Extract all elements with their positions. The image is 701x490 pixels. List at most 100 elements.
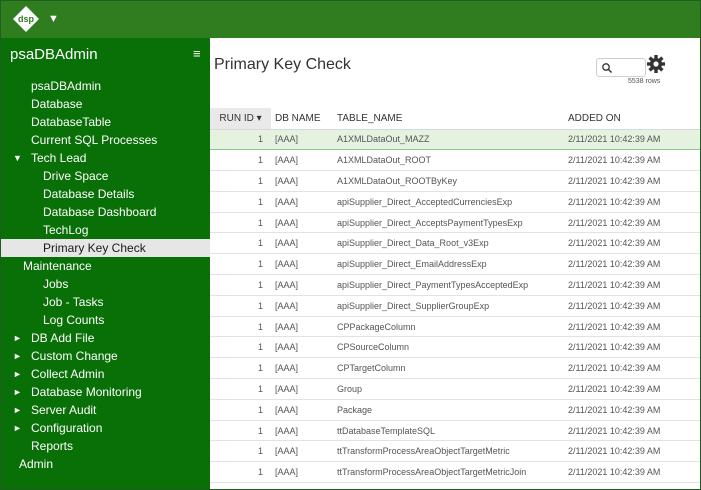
added-on-cell: 2/11/2021 10:42:39 AM [564,212,700,234]
added-on-cell: 2/11/2021 10:42:39 AM [564,170,700,192]
column-header-run-id[interactable]: RUN ID ▾ [210,108,271,130]
column-header-table-name[interactable]: TABLE_NAME [333,108,564,130]
db-name-cell: [AAA] [271,191,333,213]
sidebar-title: psaDBAdmin [10,46,98,63]
run-id-cell: 1 [210,232,271,255]
column-header-db-name[interactable]: DB NAME [271,108,333,130]
sidebar-item-maintenance[interactable]: Maintenance [1,257,210,275]
sidebar-item-label: Job - Tasks [43,295,104,309]
table-row[interactable]: 1 [AAA] apiSupplier_Direct_PaymentTypesAcc… [210,274,700,296]
sidebar-item-reports[interactable]: Reports [1,437,210,455]
sidebar-item-database-details[interactable]: Database Details [1,185,210,203]
table-row[interactable]: 1 [AAA] Group 2/11/2021 10:42:39 AM [210,378,700,400]
gear-icon[interactable] [646,54,666,74]
sidebar-item-current-sql-processes[interactable]: Current SQL Processes [1,131,210,149]
table-row[interactable]: 1 [AAA] apiSupplier_Direct_Data_Root_v3Exp… [210,232,700,255]
sidebar-item-job-tasks[interactable]: Job - Tasks [1,293,210,311]
added-on-cell: 2/11/2021 10:42:39 AM [564,336,700,359]
sidebar-item-tech-lead[interactable]: ▼ Tech Lead [1,149,210,167]
sidebar-item-techlog[interactable]: TechLog [1,221,210,239]
sidebar: psaDBAdmin ≡ psaDBAdmin Database DatabaseT… [1,38,210,489]
added-on-cell: 2/11/2021 10:42:39 AM [564,149,700,172]
sidebar-item-label: Maintenance [23,259,92,273]
sidebar-item-label: Drive Space [43,169,109,183]
table-row[interactable]: 1 [AAA] apiSupplier_Direct_AcceptedCurrenc… [210,191,700,213]
sidebar-item-psadbadmin[interactable]: psaDBAdmin [1,77,210,95]
table-row[interactable]: 1 [AAA] apiSupplier_Direct_AcceptsPaymentT… [210,212,700,234]
sidebar-item-database-monitoring[interactable]: ► Database Monitoring [1,383,210,401]
table-name-cell: A1XMLDataOut_MAZZ [333,128,564,151]
db-name-cell: [AAA] [271,378,333,400]
table-body: 1 [AAA] A1XMLDataOut_MAZZ 2/11/2021 10:42:3… [210,128,700,484]
sidebar-item-admin[interactable]: Admin [1,455,210,473]
table-row[interactable]: 1 [AAA] CPTargetColumn 2/11/2021 10:42:39 A… [210,357,700,380]
sidebar-item-primary-key-check[interactable]: Primary Key Check [1,239,210,257]
run-id-cell: 1 [210,440,271,463]
added-on-cell: 2/11/2021 10:42:39 AM [564,128,700,151]
collapsed-arrow-icon: ► [13,369,22,379]
sidebar-item-custom-change[interactable]: ► Custom Change [1,347,210,365]
table-row[interactable]: 1 [AAA] apiSupplier_Direct_EmailAddressExp… [210,253,700,276]
table-name-cell: ttDatabaseTemplateSQL [333,420,564,442]
db-name-cell: [AAA] [271,316,333,338]
table-row[interactable]: 1 [AAA] A1XMLDataOut_MAZZ 2/11/2021 10:42:3… [210,128,700,151]
sidebar-item-label: Server Audit [31,403,97,417]
sidebar-item-label: Current SQL Processes [31,133,158,147]
sidebar-item-label: Log Counts [43,313,105,327]
table-name-cell: Package [333,399,564,421]
run-id-cell: 1 [210,170,271,192]
table-row[interactable]: 1 [AAA] ttTransformProcessAreaObjectTarget… [210,440,700,463]
run-id-cell: 1 [210,149,271,172]
sidebar-item-database[interactable]: Database [1,95,210,113]
table-row[interactable]: 1 [AAA] ttTransformProcessAreaObjectTarget… [210,461,700,484]
primary-key-table: RUN ID ▾ DB NAME TABLE_NAME ADDED ON 1 [A… [210,108,700,484]
db-name-cell: [AAA] [271,149,333,172]
sidebar-item-label: Database Dashboard [43,205,157,219]
db-name-cell: [AAA] [271,128,333,151]
search-input[interactable] [596,58,646,77]
collapsed-arrow-icon: ► [13,423,22,433]
db-name-cell: [AAA] [271,461,333,484]
sidebar-item-database-dashboard[interactable]: Database Dashboard [1,203,210,221]
collapsed-arrow-icon: ► [13,351,22,361]
sidebar-item-drive-space[interactable]: Drive Space [1,167,210,185]
column-header-added-on[interactable]: ADDED ON [564,108,700,130]
table-row[interactable]: 1 [AAA] CPSourceColumn 2/11/2021 10:42:39 A… [210,336,700,359]
added-on-cell: 2/11/2021 10:42:39 AM [564,440,700,463]
dsp-logo-icon[interactable]: dsp [11,5,41,33]
sidebar-item-label: Primary Key Check [43,241,146,255]
run-id-cell: 1 [210,274,271,296]
sidebar-item-db-add-file[interactable]: ► DB Add File [1,329,210,347]
sidebar-item-databasetable[interactable]: DatabaseTable [1,113,210,131]
table-name-cell: apiSupplier_Direct_Data_Root_v3Exp [333,232,564,255]
sidebar-item-collect-admin[interactable]: ► Collect Admin [1,365,210,383]
table-row[interactable]: 1 [AAA] A1XMLDataOut_ROOTByKey 2/11/2021 10… [210,170,700,192]
run-id-cell: 1 [210,420,271,442]
table-header-row: RUN ID ▾ DB NAME TABLE_NAME ADDED ON [210,108,700,130]
sidebar-item-log-counts[interactable]: Log Counts [1,311,210,329]
added-on-cell: 2/11/2021 10:42:39 AM [564,357,700,380]
db-name-cell: [AAA] [271,212,333,234]
sidebar-item-server-audit[interactable]: ► Server Audit [1,401,210,419]
table-name-cell: apiSupplier_Direct_AcceptsPaymentTypesEx… [333,212,564,234]
sidebar-item-configuration[interactable]: ► Configuration [1,419,210,437]
sidebar-item-label: Custom Change [31,349,118,363]
app-switcher-caret-icon[interactable]: ▼ [48,12,59,26]
table-row[interactable]: 1 [AAA] CPPackageColumn 2/11/2021 10:42:39 … [210,316,700,338]
sidebar-item-jobs[interactable]: Jobs [1,275,210,293]
app-window: dsp ▼ psaDBAdmin ≡ psaDBAdmin Database Dat… [0,0,701,490]
sidebar-item-label: TechLog [43,223,89,237]
db-name-cell: [AAA] [271,295,333,317]
table-row[interactable]: 1 [AAA] A1XMLDataOut_ROOT 2/11/2021 10:42:3… [210,149,700,172]
db-name-cell: [AAA] [271,399,333,421]
table-name-cell: ttTransformProcessAreaObjectTargetMetric… [333,461,564,484]
sidebar-item-label: Database [31,97,83,111]
table-row[interactable]: 1 [AAA] ttDatabaseTemplateSQL 2/11/2021 10:… [210,420,700,442]
db-name-cell: [AAA] [271,336,333,359]
added-on-cell: 2/11/2021 10:42:39 AM [564,461,700,484]
collapsed-arrow-icon: ► [13,333,22,343]
table-row[interactable]: 1 [AAA] apiSupplier_Direct_SupplierGroupEx… [210,295,700,317]
hamburger-icon[interactable]: ≡ [193,46,201,61]
table-row[interactable]: 1 [AAA] Package 2/11/2021 10:42:39 AM [210,399,700,421]
sidebar-item-label: Collect Admin [31,367,105,381]
